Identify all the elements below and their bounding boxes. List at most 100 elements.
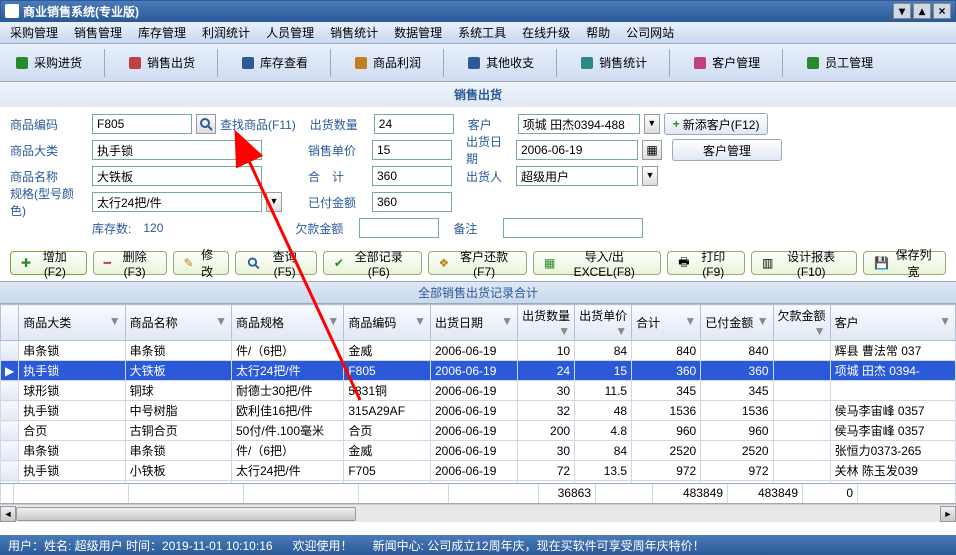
main-toolbar: 采购进货 销售出货 库存查看 商品利润 其他收支 销售统计 客户管理 员工管理 — [0, 44, 956, 82]
cell: 48 — [575, 401, 632, 421]
add-button[interactable]: ✚增加(F2) — [10, 251, 87, 275]
table-row[interactable]: 球形锁铜球耐德士30把/件5831铜2006-06-193011.5345345 — [1, 381, 956, 401]
menu-item[interactable]: 数据管理 — [388, 22, 448, 43]
shipper-dropdown[interactable]: ▼ — [642, 166, 658, 186]
toolbar-label: 库存查看 — [260, 54, 308, 71]
spec-dropdown[interactable]: ▼ — [266, 192, 282, 212]
horizontal-scrollbar[interactable]: ◄ ► — [0, 504, 956, 522]
print-button[interactable]: 🖶打印(F9) — [667, 251, 745, 275]
toolbar-label: 商品利润 — [373, 54, 421, 71]
col-header[interactable]: 已付金额▼ — [701, 305, 773, 341]
name-label: 商品名称 — [10, 168, 88, 185]
menu-item[interactable]: 销售管理 — [68, 22, 128, 43]
toolbar-0[interactable]: 采购进货 — [10, 50, 86, 75]
col-header[interactable]: 商品名称▼ — [125, 305, 231, 341]
save-cols-button[interactable]: 💾保存列宽 — [863, 251, 946, 275]
toolbar-2[interactable]: 库存查看 — [236, 50, 312, 75]
cell: 串条锁 — [125, 441, 231, 461]
toolbar-6[interactable]: 客户管理 — [688, 50, 764, 75]
scroll-thumb[interactable] — [16, 507, 356, 521]
table-row[interactable]: 球形锁大铜球太行20把/件AM06-3SN2006-06-196014.8888… — [1, 481, 956, 485]
toolbar-icon — [692, 55, 708, 71]
menu-item[interactable]: 人员管理 — [260, 22, 320, 43]
category-input[interactable] — [92, 140, 262, 160]
minimize-button[interactable]: ▴ — [913, 3, 931, 19]
scroll-left-arrow[interactable]: ◄ — [0, 506, 16, 522]
menu-item[interactable]: 利润统计 — [196, 22, 256, 43]
remark-input[interactable] — [503, 218, 643, 238]
cell: 金威 — [344, 441, 431, 461]
toolbar-3[interactable]: 商品利润 — [349, 50, 425, 75]
menu-item[interactable]: 采购管理 — [4, 22, 64, 43]
col-header[interactable]: 出货单价▼ — [575, 305, 632, 341]
col-header[interactable]: 出货日期▼ — [430, 305, 517, 341]
delete-button[interactable]: ━删除(F3) — [93, 251, 167, 275]
design-report-button[interactable]: ▥设计报表(F10) — [751, 251, 857, 275]
toolbar-label: 员工管理 — [825, 54, 873, 71]
menu-item[interactable]: 帮助 — [580, 22, 616, 43]
table-row[interactable]: 执手锁小铁板太行24把/件F7052006-06-197213.5972972关… — [1, 461, 956, 481]
grid-scroll[interactable]: 商品大类▼商品名称▼商品规格▼商品编码▼出货日期▼出货数量▼出货单价▼合计▼已付… — [0, 304, 956, 484]
cell: 侯马李宙峰 0357 — [830, 421, 955, 441]
owed-input[interactable] — [359, 218, 439, 238]
col-header[interactable]: 商品编码▼ — [344, 305, 431, 341]
calendar-icon[interactable]: ▦ — [642, 140, 662, 160]
toolbar-5[interactable]: 销售统计 — [575, 50, 651, 75]
table-row[interactable]: 合页古铜合页50付/件.100毫米合页2006-06-192004.896096… — [1, 421, 956, 441]
toolbar-label: 销售出货 — [147, 54, 195, 71]
search-product-icon[interactable] — [196, 114, 216, 134]
query-button[interactable]: 查询(F5) — [235, 251, 317, 275]
spec-input[interactable] — [92, 192, 262, 212]
menu-item[interactable]: 公司网站 — [620, 22, 680, 43]
toolbar-7[interactable]: 员工管理 — [801, 50, 877, 75]
col-header[interactable]: 合计▼ — [632, 305, 701, 341]
shade-button[interactable]: ▾ — [893, 3, 911, 19]
all-records-button[interactable]: ✔全部记录(F6) — [323, 251, 422, 275]
shipper-input[interactable] — [516, 166, 638, 186]
menu-item[interactable]: 在线升级 — [516, 22, 576, 43]
customer-mgmt-button[interactable]: 客户管理 — [672, 139, 782, 161]
cell: 合页 — [19, 421, 125, 441]
col-header[interactable]: 欠款金额▼ — [773, 305, 830, 341]
col-header[interactable]: 商品大类▼ — [19, 305, 125, 341]
table-row[interactable]: 串条锁串条锁件/（6把）金威2006-06-191084840840辉县 曹法常… — [1, 341, 956, 361]
cell: 项城 田杰 0394- — [830, 361, 955, 381]
menu-item[interactable]: 系统工具 — [452, 22, 512, 43]
toolbar-4[interactable]: 其他收支 — [462, 50, 538, 75]
name-input[interactable] — [92, 166, 262, 186]
scroll-right-arrow[interactable]: ► — [940, 506, 956, 522]
toolbar-1[interactable]: 销售出货 — [123, 50, 199, 75]
customer-repay-button[interactable]: ❖客户还款(F7) — [428, 251, 527, 275]
unit-price-input[interactable] — [372, 140, 452, 160]
customer-dropdown[interactable]: ▼ — [644, 114, 660, 134]
col-header[interactable]: 客户▼ — [830, 305, 955, 341]
qty-out-input[interactable] — [374, 114, 454, 134]
search-product-link[interactable]: 查找商品(F11) — [220, 116, 296, 133]
excel-button[interactable]: ▦导入/出EXCEL(F8) — [533, 251, 661, 275]
menu-item[interactable]: 销售统计 — [324, 22, 384, 43]
close-button[interactable]: × — [933, 3, 951, 19]
cell: 840 — [701, 341, 773, 361]
toolbar-icon — [805, 55, 821, 71]
cell: 小铁板 — [125, 461, 231, 481]
total-input[interactable] — [372, 166, 452, 186]
paid-input[interactable] — [372, 192, 452, 212]
ship-date-label: 出货日期 — [466, 133, 512, 167]
table-row[interactable]: 执手锁中号树脂欧利佳16把/件315A29AF2006-06-193248153… — [1, 401, 956, 421]
cell — [773, 361, 830, 381]
code-input[interactable] — [92, 114, 192, 134]
cell: 串条锁 — [19, 441, 125, 461]
shipper-label: 出货人 — [466, 168, 512, 185]
col-header[interactable]: 出货数量▼ — [518, 305, 575, 341]
customer-input[interactable] — [518, 114, 640, 134]
col-header[interactable]: 商品规格▼ — [231, 305, 343, 341]
ship-date-input[interactable] — [516, 140, 638, 160]
table-row[interactable]: 串条锁串条锁件/（6把）金威2006-06-19308425202520张恒力0… — [1, 441, 956, 461]
cell: 2006-06-19 — [430, 481, 517, 485]
menu-item[interactable]: 库存管理 — [132, 22, 192, 43]
table-row[interactable]: ▶执手锁大铁板太行24把/件F8052006-06-192415360360项城… — [1, 361, 956, 381]
cell: 关林 陈玉发039 — [830, 461, 955, 481]
cell: 执手锁 — [19, 401, 125, 421]
edit-button[interactable]: ✎修改 — [173, 251, 229, 275]
new-customer-button[interactable]: +新添客户(F12) — [664, 113, 769, 135]
